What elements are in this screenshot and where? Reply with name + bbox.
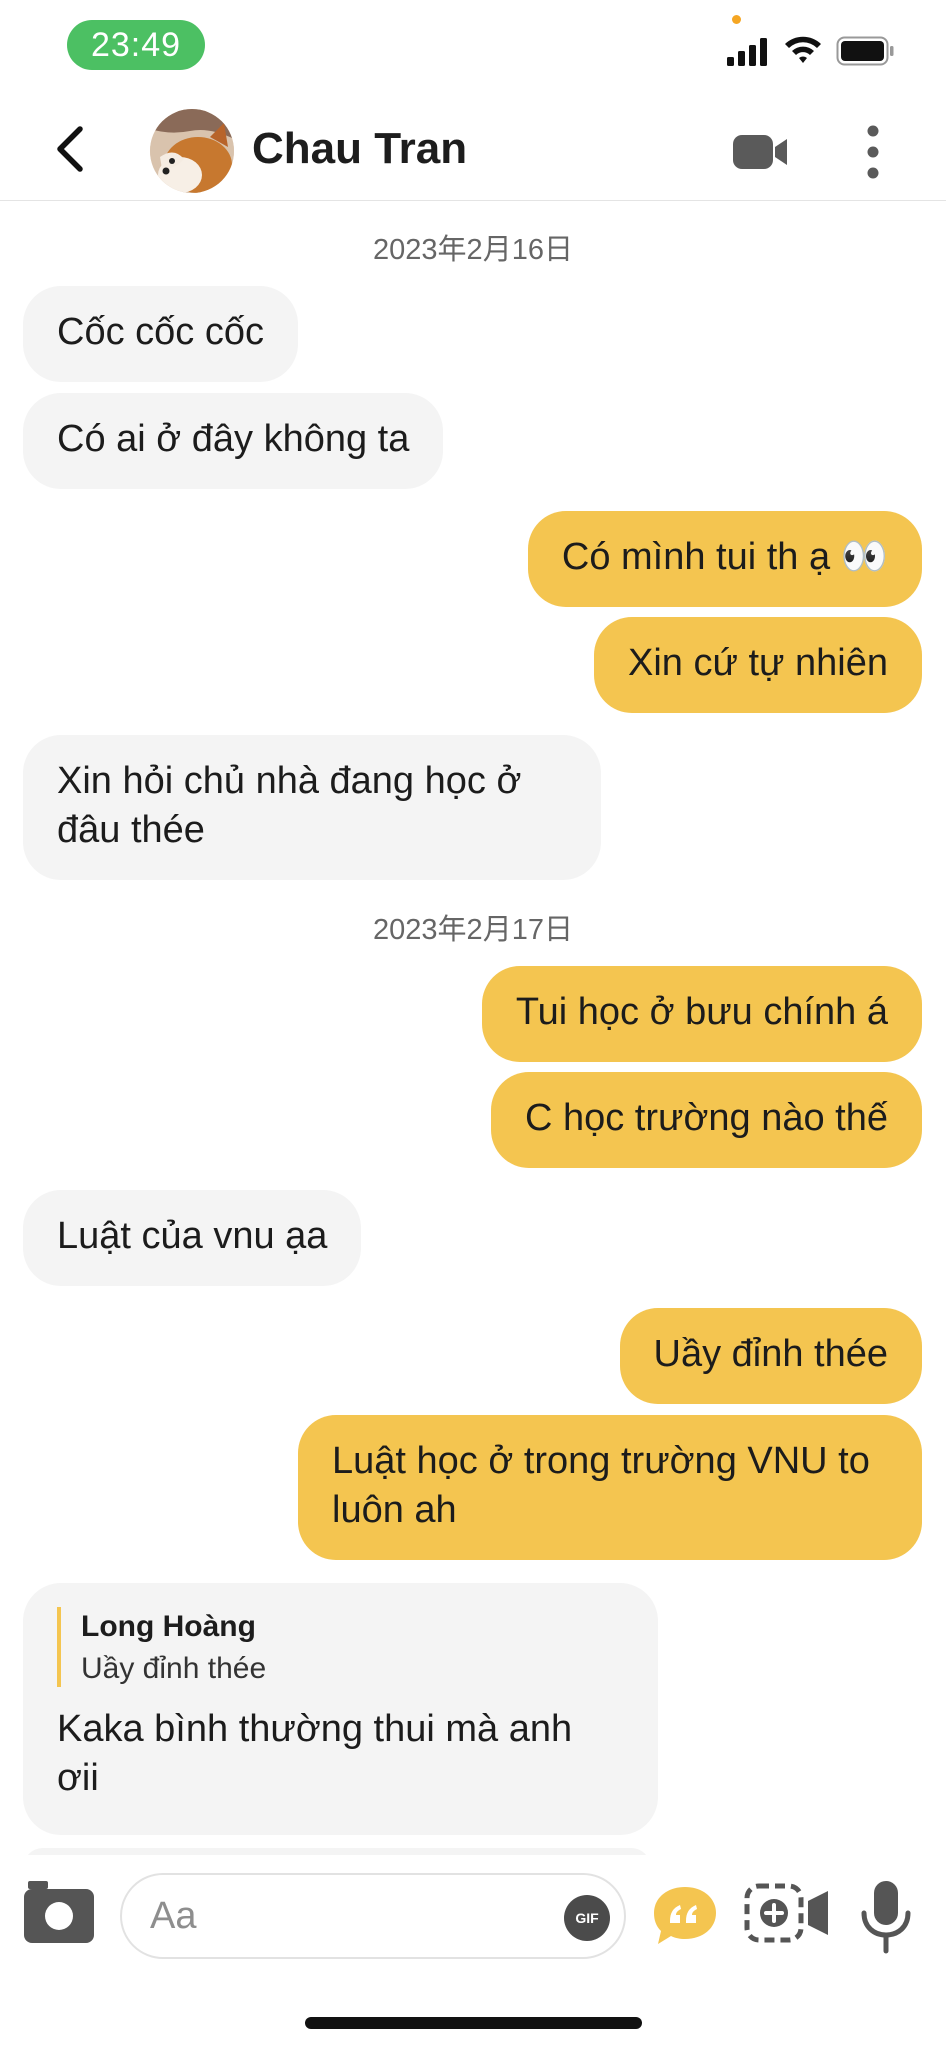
video-message-icon[interactable] <box>744 1883 830 1943</box>
message-outgoing[interactable]: Có mình tui th ạ 👀 <box>527 511 922 607</box>
avatar[interactable] <box>150 109 234 193</box>
more-vertical-icon[interactable] <box>858 124 888 180</box>
video-call-icon[interactable] <box>731 132 791 172</box>
status-bar: 23:49 <box>0 0 946 96</box>
microphone-icon[interactable] <box>858 1879 914 1955</box>
composer-bar: GIF <box>0 1855 946 1975</box>
contact-name[interactable]: Chau Tran <box>252 124 467 174</box>
message-outgoing[interactable]: Tui học ở bưu chính á <box>481 966 922 1062</box>
back-chevron-icon[interactable] <box>50 124 90 174</box>
quoted-text: Uầy đỉnh thée <box>81 1652 267 1685</box>
quoted-message[interactable]: Long Hoàng Uầy đỉnh thée <box>57 1607 617 1687</box>
message-incoming-reply[interactable]: Long Hoàng Uầy đỉnh thée Kaka bình thườn… <box>23 1583 658 1835</box>
cellular-signal-icon <box>727 38 767 66</box>
camera-icon[interactable] <box>22 1879 96 1945</box>
home-indicator[interactable] <box>305 2017 642 2029</box>
battery-icon <box>836 36 894 66</box>
message-outgoing[interactable]: Xin cứ tự nhiên <box>593 617 922 713</box>
message-incoming[interactable]: Xin hỏi chủ nhà đang học ở đâu thée <box>23 735 601 880</box>
message-incoming[interactable]: Cốc cốc cốc <box>23 286 298 382</box>
corgi-avatar-image <box>150 109 234 193</box>
message-input[interactable] <box>150 1891 530 1941</box>
gif-icon[interactable]: GIF <box>564 1895 610 1941</box>
quoted-author: Long Hoàng <box>81 1610 256 1643</box>
message-outgoing[interactable]: Luật học ở trong trường VNU to luôn ah <box>298 1415 922 1560</box>
message-incoming[interactable]: Có ai ở đây không ta <box>23 393 444 489</box>
message-outgoing[interactable]: Uầy đỉnh thée <box>619 1308 922 1404</box>
message-input-field[interactable]: GIF <box>120 1873 626 1959</box>
status-time: 23:49 <box>67 20 205 70</box>
date-separator: 2023年2月16日 <box>373 234 573 266</box>
date-separator: 2023年2月17日 <box>373 914 573 946</box>
reply-message-text: Kaka bình thường thui mà anh ơii <box>57 1708 573 1799</box>
message-incoming[interactable]: Luật của vnu ạa <box>23 1190 362 1286</box>
wifi-icon <box>785 36 821 63</box>
quote-icon[interactable] <box>652 1885 718 1947</box>
privacy-indicator-dot <box>732 15 741 24</box>
chat-header: Chau Tran <box>0 96 946 201</box>
message-outgoing[interactable]: C học trường nào thế <box>490 1072 922 1168</box>
